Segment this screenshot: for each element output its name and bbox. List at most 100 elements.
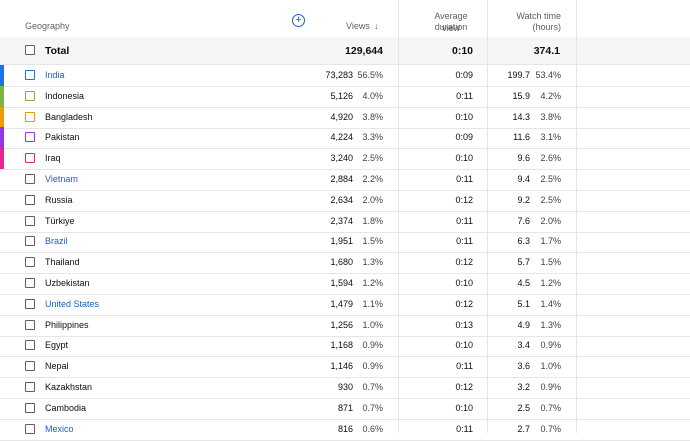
- row-checkbox[interactable]: [25, 403, 35, 413]
- avg-duration-value: 0:11: [456, 174, 473, 184]
- table-row[interactable]: Brazil 1,951 1.5% 0:11 6.3 1.7%: [0, 231, 690, 253]
- row-checkbox[interactable]: [25, 299, 35, 309]
- views-value: 73,283: [325, 70, 353, 80]
- row-checkbox[interactable]: [25, 278, 35, 288]
- watch-time-value: 9.6: [517, 153, 530, 163]
- table-row[interactable]: Kazakhstan 930 0.7% 0:12 3.2 0.9%: [0, 377, 690, 399]
- geography-header[interactable]: Geography: [25, 20, 70, 32]
- table-row[interactable]: Thailand 1,680 1.3% 0:12 5.7 1.5%: [0, 252, 690, 274]
- table-row[interactable]: Russia 2,634 2.0% 0:12 9.2 2.5%: [0, 190, 690, 212]
- watch-time-value: 11.6: [513, 132, 530, 142]
- table-row[interactable]: Bangladesh 4,920 3.8% 0:10 14.3 3.8%: [0, 107, 690, 129]
- table-row[interactable]: Iraq 3,240 2.5% 0:10 9.6 2.6%: [0, 148, 690, 170]
- row-checkbox[interactable]: [25, 320, 35, 330]
- country-name[interactable]: Vietnam: [45, 174, 78, 184]
- views-value: 2,374: [330, 216, 353, 226]
- avg-duration-value: 0:09: [455, 70, 473, 80]
- watch-time-value: 14.3: [512, 112, 530, 122]
- watch-time-percent: 4.2%: [540, 91, 561, 101]
- row-checkbox[interactable]: [25, 236, 35, 246]
- table-row[interactable]: Türkiye 2,374 1.8% 0:11 7.6 2.0%: [0, 211, 690, 233]
- total-avg-duration: 0:10: [451, 45, 473, 57]
- views-percent: 1.8%: [362, 216, 383, 226]
- row-checkbox[interactable]: [25, 382, 35, 392]
- watch-time-percent: 2.5%: [540, 195, 561, 205]
- country-name[interactable]: United States: [45, 299, 99, 309]
- row-checkbox[interactable]: [25, 361, 35, 371]
- views-header[interactable]: Views: [346, 20, 370, 32]
- row-checkbox[interactable]: [25, 216, 35, 226]
- watch-time-percent: 53.4%: [535, 70, 561, 80]
- avg-duration-value: 0:12: [455, 257, 473, 267]
- country-name[interactable]: Brazil: [45, 236, 68, 246]
- row-checkbox[interactable]: [25, 132, 35, 142]
- table-row[interactable]: Pakistan 4,224 3.3% 0:09 11.6 3.1%: [0, 127, 690, 149]
- series-color-swatch: [0, 65, 4, 86]
- views-value: 5,126: [330, 91, 353, 101]
- views-percent: 3.8%: [362, 112, 383, 122]
- table-row[interactable]: Philippines 1,256 1.0% 0:13 4.9 1.3%: [0, 315, 690, 337]
- sort-descending-icon[interactable]: ↓: [374, 20, 379, 32]
- views-value: 4,224: [330, 132, 353, 142]
- avg-view-duration-header-line2[interactable]: duration: [426, 21, 476, 33]
- row-checkbox[interactable]: [25, 340, 35, 350]
- table-row[interactable]: Nepal 1,146 0.9% 0:11 3.6 1.0%: [0, 356, 690, 378]
- watch-time-percent: 0.9%: [540, 340, 561, 350]
- watch-time-percent: 2.5%: [540, 174, 561, 184]
- country-name: Egypt: [45, 340, 69, 350]
- table-row[interactable]: Uzbekistan 1,594 1.2% 0:10 4.5 1.2%: [0, 273, 690, 295]
- views-value: 930: [337, 382, 353, 392]
- country-name: Pakistan: [45, 132, 80, 142]
- table-row[interactable]: Mexico 816 0.6% 0:11 2.7 0.7%: [0, 419, 690, 441]
- watch-time-value: 6.3: [517, 236, 530, 246]
- watch-time-value: 4.5: [517, 278, 530, 288]
- views-value: 1,256: [330, 320, 353, 330]
- country-name: Uzbekistan: [45, 278, 90, 288]
- table-row[interactable]: India 73,283 56.5% 0:09 199.7 53.4%: [0, 65, 690, 87]
- watch-time-percent: 1.0%: [540, 361, 561, 371]
- series-color-swatch: [0, 86, 4, 107]
- row-checkbox[interactable]: [25, 195, 35, 205]
- avg-duration-value: 0:11: [456, 236, 473, 246]
- views-value: 1,146: [330, 361, 353, 371]
- table-row[interactable]: Vietnam 2,884 2.2% 0:11 9.4 2.5%: [0, 169, 690, 191]
- avg-duration-value: 0:11: [456, 361, 473, 371]
- row-checkbox[interactable]: [25, 70, 35, 80]
- avg-duration-value: 0:12: [455, 299, 473, 309]
- avg-duration-value: 0:13: [455, 320, 473, 330]
- avg-duration-value: 0:10: [455, 278, 473, 288]
- watch-time-value: 15.9: [512, 91, 530, 101]
- total-label: Total: [45, 45, 70, 57]
- watch-time-percent: 1.7%: [540, 236, 561, 246]
- watch-time-value: 5.7: [517, 257, 530, 267]
- country-name: Türkiye: [45, 216, 75, 226]
- row-checkbox[interactable]: [25, 91, 35, 101]
- table-row[interactable]: Cambodia 871 0.7% 0:10 2.5 0.7%: [0, 398, 690, 420]
- watch-time-value: 4.9: [517, 320, 530, 330]
- country-name[interactable]: India: [45, 70, 65, 80]
- total-checkbox[interactable]: [25, 45, 35, 55]
- views-percent: 3.3%: [362, 132, 383, 142]
- views-percent: 4.0%: [362, 91, 383, 101]
- row-checkbox[interactable]: [25, 153, 35, 163]
- add-metric-icon[interactable]: +: [292, 14, 305, 27]
- row-checkbox[interactable]: [25, 112, 35, 122]
- views-value: 2,884: [330, 174, 353, 184]
- views-value: 871: [337, 403, 353, 413]
- views-percent: 1.2%: [362, 278, 383, 288]
- avg-duration-value: 0:10: [455, 403, 473, 413]
- watch-time-percent: 1.5%: [540, 257, 561, 267]
- table-row[interactable]: United States 1,479 1.1% 0:12 5.1 1.4%: [0, 294, 690, 316]
- watch-time-header-line2[interactable]: (hours): [505, 21, 561, 33]
- views-value: 1,951: [330, 236, 353, 246]
- table-row[interactable]: Indonesia 5,126 4.0% 0:11 15.9 4.2%: [0, 86, 690, 108]
- table-row[interactable]: Egypt 1,168 0.9% 0:10 3.4 0.9%: [0, 335, 690, 357]
- avg-duration-value: 0:09: [455, 132, 473, 142]
- row-checkbox[interactable]: [25, 257, 35, 267]
- watch-time-value: 3.4: [517, 340, 530, 350]
- total-watch-time: 374.1: [533, 45, 560, 57]
- watch-time-percent: 0.9%: [540, 382, 561, 392]
- views-value: 2,634: [330, 195, 353, 205]
- row-checkbox[interactable]: [25, 174, 35, 184]
- watch-time-percent: 0.7%: [540, 403, 561, 413]
